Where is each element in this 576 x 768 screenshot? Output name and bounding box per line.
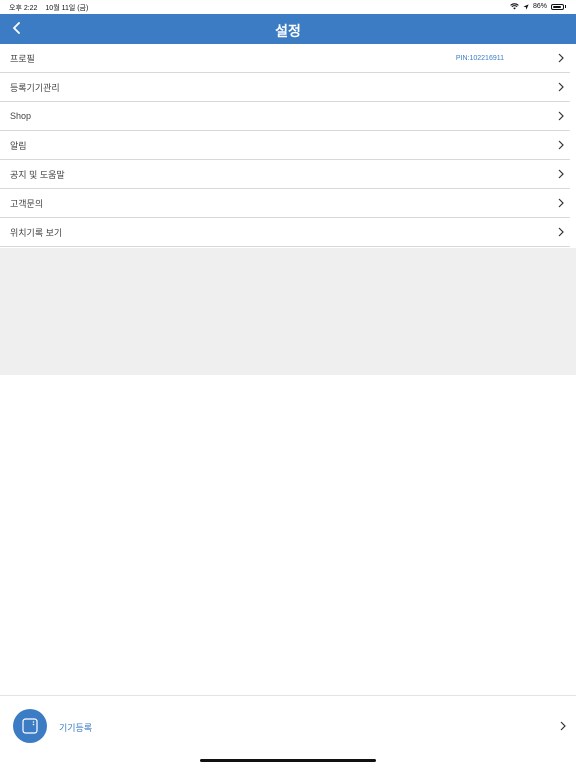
navigation-bar: 설정 — [0, 14, 576, 44]
battery-icon — [551, 3, 564, 10]
status-date: 10월 11일 (금) — [45, 5, 89, 12]
battery-fill — [553, 5, 561, 8]
chevron-right-icon — [558, 82, 564, 92]
location-icon — [523, 3, 529, 10]
chevron-right-icon — [558, 169, 564, 179]
menu-item-location-history[interactable]: 위치기록 보기 — [0, 218, 570, 247]
menu-item-device-management[interactable]: 등록기기관리 — [0, 73, 570, 102]
menu-item-customer-inquiry[interactable]: 고객문의 — [0, 189, 570, 218]
chevron-right-icon — [558, 111, 564, 121]
home-indicator[interactable] — [200, 759, 376, 762]
status-time-date: 오후 2:22 10월 11일 (금) — [9, 3, 88, 13]
settings-menu: 프로필 PIN:102216911 등록기기관리 Shop 알림 공지 및 도움… — [0, 44, 576, 247]
chevron-right-icon — [558, 53, 564, 63]
chevron-right-icon — [558, 227, 564, 237]
menu-item-label: 고객문의 — [10, 198, 44, 209]
page-title: 설정 — [275, 23, 301, 39]
chevron-right-icon — [560, 721, 566, 731]
battery-percent: 86% — [532, 3, 547, 10]
menu-item-label: 위치기록 보기 — [10, 227, 63, 238]
empty-panel — [0, 248, 576, 375]
pin-value: PIN:102216911 — [455, 54, 504, 62]
chevron-right-icon — [558, 198, 564, 208]
status-indicators: 86% — [510, 3, 566, 10]
device-icon — [22, 718, 38, 734]
register-device-label: 기기등록 — [59, 723, 93, 733]
menu-item-label: 등록기기관리 — [10, 82, 60, 93]
battery-tip — [565, 5, 566, 8]
status-time: 오후 2:22 — [9, 5, 38, 12]
device-icon-badge — [13, 709, 47, 743]
status-bar: 오후 2:22 10월 11일 (금) 86% — [0, 0, 576, 14]
menu-item-shop[interactable]: Shop — [0, 102, 570, 131]
menu-item-notifications[interactable]: 알림 — [0, 131, 570, 160]
menu-item-notice-help[interactable]: 공지 및 도움말 — [0, 160, 570, 189]
menu-item-label: 알림 — [10, 140, 27, 151]
register-device-bar[interactable]: 기기등록 — [0, 695, 576, 756]
menu-item-label: 공지 및 도움말 — [10, 169, 65, 180]
menu-item-profile[interactable]: 프로필 PIN:102216911 — [0, 44, 570, 73]
menu-item-label: Shop — [10, 111, 32, 121]
wifi-icon — [510, 3, 519, 10]
chevron-right-icon — [558, 140, 564, 150]
